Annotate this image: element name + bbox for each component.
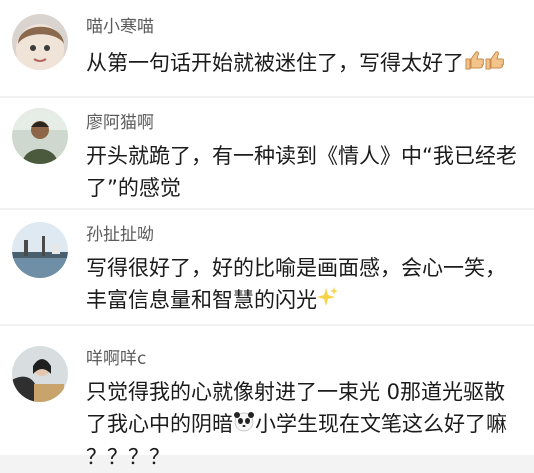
comment-line: 从第一句话开始就被迷住了，写得太好了 [86, 47, 526, 80]
comment-line: ？？？？ [86, 445, 170, 469]
comment-line-text: 小学生现在文笔这么好了嘛 [255, 412, 507, 436]
user-avatar-image [12, 346, 68, 402]
avatar[interactable] [12, 222, 68, 278]
comment-line: 了”的感觉 [86, 176, 181, 200]
comment-text: 开头就跪了，有一种读到《情人》中“我已经老 了”的感觉 [86, 140, 526, 204]
comment-line-text: 丰富信息量和智慧的闪光 [86, 288, 317, 312]
comment-line-text: 了我心中的阴暗 [86, 412, 233, 436]
user-avatar-image [12, 222, 68, 278]
comment-item: 孙扯扯呦 写得很好了，好的比喻是画面感，会心一笑， 丰富信息量和智慧的闪光 [0, 210, 534, 324]
thumbs-up-icon [464, 48, 505, 80]
comment-line: 丰富信息量和智慧的闪光 [86, 284, 526, 317]
comment-text: 写得很好了，好的比喻是画面感，会心一笑， 丰富信息量和智慧的闪光 [86, 252, 526, 317]
username[interactable]: 孙扯扯呦 [86, 224, 154, 246]
comment-item: 喵小寒喵 从第一句话开始就被迷住了，写得太好了 [0, 0, 534, 96]
username[interactable]: 咩啊咩c [86, 348, 146, 370]
comment-line: 开头就跪了，有一种读到《情人》中“我已经老 [86, 144, 517, 168]
user-avatar-image [12, 14, 68, 70]
comment-line-text: 从第一句话开始就被迷住了，写得太好了 [86, 51, 464, 75]
user-avatar-image [12, 108, 68, 164]
comment-line: 了我心中的阴暗 小学生现在文笔这么好了嘛 [86, 408, 526, 441]
avatar[interactable] [12, 346, 68, 402]
avatar[interactable] [12, 14, 68, 70]
comment-line: 只觉得我的心就像射进了一束光 0那道光驱散 [86, 380, 506, 404]
comment-text: 从第一句话开始就被迷住了，写得太好了 [86, 47, 526, 80]
comment-item: 廖阿猫啊 开头就跪了，有一种读到《情人》中“我已经老 了”的感觉 [0, 98, 534, 208]
comment-line: 写得很好了，好的比喻是画面感，会心一笑， [86, 256, 506, 280]
avatar[interactable] [12, 108, 68, 164]
sparkles-icon [317, 285, 339, 317]
comment-text: 只觉得我的心就像射进了一束光 0那道光驱散 了我心中的阴暗 小学生现在文笔这么好… [86, 376, 526, 473]
panda-icon [233, 409, 255, 441]
comment-item: 咩啊咩c 只觉得我的心就像射进了一束光 0那道光驱散 了我心中的阴暗 小学生现在… [0, 326, 534, 469]
username[interactable]: 廖阿猫啊 [86, 112, 154, 134]
username[interactable]: 喵小寒喵 [86, 16, 154, 38]
